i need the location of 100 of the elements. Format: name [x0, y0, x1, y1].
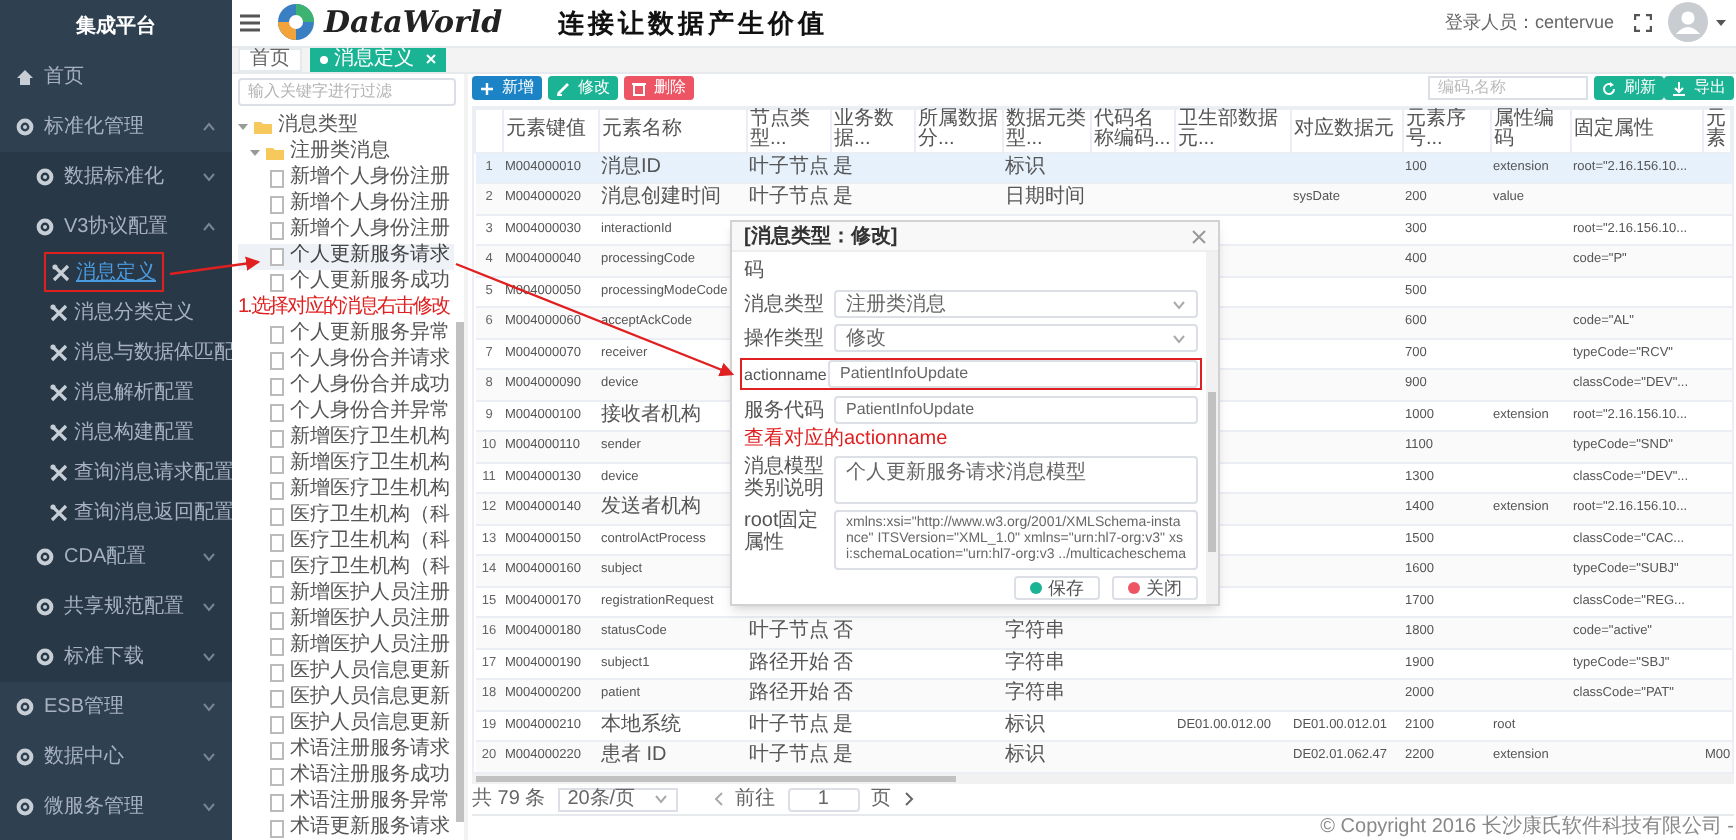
total-count: 共 79 条 — [472, 789, 546, 809]
column-header[interactable]: 元素名称 — [599, 108, 747, 152]
tree-item[interactable]: 新增医疗卫生机构 — [238, 477, 454, 503]
chevron-icon — [202, 702, 216, 712]
tree-item[interactable]: 医疗卫生机构（科 — [238, 555, 454, 581]
table-cell: 日期时间 — [1003, 183, 1091, 214]
page-unit: 页 — [871, 789, 892, 809]
table-cell: 字符串 — [1003, 679, 1091, 710]
menu-icon — [240, 13, 260, 32]
tab[interactable]: 首页 — [238, 47, 302, 71]
sidebar-item[interactable]: 消息解析配置 — [0, 372, 232, 412]
sidebar-item[interactable]: 首页 — [0, 52, 232, 102]
column-header[interactable]: 数据元类型... — [1003, 108, 1091, 152]
copyright: © Copyright 2016 长沙康氏软件科技有限公司 - — [1320, 818, 1734, 838]
chevron-icon — [1172, 299, 1186, 309]
chevron-icon — [202, 652, 216, 662]
column-header[interactable]: 固定属性 — [1571, 108, 1703, 152]
tree-item[interactable]: 新增医疗卫生机构 — [238, 425, 454, 451]
tree-item[interactable]: 个人身份合并异常 — [238, 399, 454, 425]
tree-item[interactable]: 新增个人身份注册 — [238, 217, 454, 243]
tree-item[interactable]: 新增医护人员注册 — [238, 581, 454, 607]
tools-icon — [50, 463, 68, 481]
dot-icon — [320, 55, 328, 63]
tree-item[interactable]: 个人更新服务请求 — [238, 243, 454, 269]
text-field[interactable]: PatientInfoUpdate — [834, 396, 1198, 424]
close-icon — [426, 54, 436, 64]
sidebar-item[interactable]: 数据标准化 — [0, 152, 232, 202]
toolbar-button[interactable]: 新增 — [472, 76, 542, 100]
select-field[interactable]: 修改 — [834, 324, 1198, 352]
chevron-icon — [202, 172, 216, 182]
tree-item[interactable]: 个人身份合并请求 — [238, 347, 454, 373]
sidebar-item[interactable]: 标准下载 — [0, 632, 232, 682]
column-header[interactable]: 卫生部数据元... — [1175, 108, 1291, 152]
slogan: 连接让数据产生价值 — [558, 5, 829, 41]
text-field[interactable]: PatientInfoUpdate — [828, 360, 1198, 388]
dialog-button[interactable]: 关闭 — [1112, 576, 1198, 600]
tree-item[interactable]: 消息类型 — [238, 113, 454, 139]
tree-item[interactable]: 新增个人身份注册 — [238, 191, 454, 217]
column-header[interactable]: 元素序号... — [1403, 108, 1491, 152]
tools-icon — [50, 423, 68, 441]
plus-icon — [480, 81, 494, 95]
tree-item[interactable]: 医护人员信息更新 — [238, 685, 454, 711]
sidebar-item[interactable]: 消息构建配置 — [0, 412, 232, 452]
pencil-icon — [556, 81, 570, 95]
sidebar-item[interactable]: 数据中心 — [0, 732, 232, 782]
chevron-right-icon — [903, 792, 914, 806]
page-input[interactable]: 1 — [787, 787, 860, 811]
sidebar-item[interactable]: 消息与数据体匹配 — [0, 332, 232, 372]
column-header[interactable]: 对应数据元 — [1291, 108, 1403, 152]
tree-item[interactable]: 个人更新服务异常 — [238, 321, 454, 347]
sidebar-item[interactable]: 标准化管理 — [0, 102, 232, 152]
sidebar-item[interactable]: 查询消息请求配置 — [0, 452, 232, 492]
sidebar-item[interactable]: 微服务管理 — [0, 782, 232, 832]
tree-item[interactable]: 个人更新服务成功 — [238, 269, 454, 295]
table-cell: 叶子节点 — [747, 741, 831, 771]
tree-item[interactable]: 新增医护人员注册 — [238, 607, 454, 633]
sidebar-item[interactable]: ESB管理 — [0, 682, 232, 732]
tree-item[interactable]: 新增医疗卫生机构 — [238, 451, 454, 477]
sidebar-item[interactable]: 共享规范配置 — [0, 582, 232, 632]
goto-label: 前往 — [735, 789, 776, 809]
column-header[interactable]: 所属数据分... — [915, 108, 1003, 152]
tools-icon — [52, 263, 70, 281]
sidebar-item[interactable]: CDA配置 — [0, 532, 232, 582]
gear-icon — [36, 218, 54, 236]
chevron-icon — [202, 752, 216, 762]
tree-item[interactable]: 个人身份合并成功 — [238, 373, 454, 399]
tree-item[interactable]: 新增个人身份注册 — [238, 165, 454, 191]
chevron-left-icon — [713, 792, 724, 806]
tree-item[interactable]: 医疗卫生机构（科 — [238, 503, 454, 529]
column-header[interactable]: 属性编码 — [1491, 108, 1571, 152]
column-header[interactable]: 元素键值 — [503, 108, 599, 152]
table-cell: 叶子节点 — [747, 183, 831, 214]
sidebar-item[interactable]: 消息分类定义 — [0, 292, 232, 332]
select-field[interactable]: 注册类消息 — [834, 290, 1198, 318]
tree-item[interactable]: 注册类消息 — [238, 139, 454, 165]
page-size-select[interactable]: 20条/页 — [557, 787, 678, 811]
tree-item[interactable]: 新增医护人员注册 — [238, 633, 454, 659]
tree-item[interactable]: 医护人员信息更新 — [238, 659, 454, 685]
text-area[interactable]: 个人更新服务请求消息模型 — [834, 456, 1198, 504]
table-cell: 患者 ID — [599, 741, 747, 771]
chevron-icon — [202, 602, 216, 612]
gear-icon — [16, 748, 34, 766]
column-header[interactable]: 代码名称编码... — [1091, 108, 1175, 152]
field-label: 消息模型类别说明 — [744, 456, 826, 500]
app-title: 集成平台 — [74, 13, 158, 41]
tree-item[interactable]: 术语注册服务请求 — [238, 737, 454, 763]
column-header[interactable]: 业务数据... — [831, 108, 915, 152]
tree-item[interactable]: 医疗卫生机构（科 — [238, 529, 454, 555]
annotation-text: 1.选择对应的消息右击修改 — [238, 295, 452, 321]
dialog-button[interactable]: 保存 — [1014, 576, 1100, 600]
column-header[interactable]: 节点类型... — [747, 108, 831, 152]
sidebar-item[interactable]: V3协议配置 — [0, 202, 232, 252]
tree-item[interactable]: 医护人员信息更新 — [238, 711, 454, 737]
tree-item[interactable]: 术语注册服务异常 — [238, 789, 454, 815]
column-header[interactable]: 元素 — [1703, 108, 1731, 152]
field-label: actionname — [744, 363, 828, 385]
sidebar-item[interactable]: 查询消息返回配置 — [0, 492, 232, 532]
tree-item[interactable]: 术语更新服务请求 — [238, 815, 454, 840]
tree-item[interactable]: 术语注册服务成功 — [238, 763, 454, 789]
tools-icon — [50, 343, 68, 361]
